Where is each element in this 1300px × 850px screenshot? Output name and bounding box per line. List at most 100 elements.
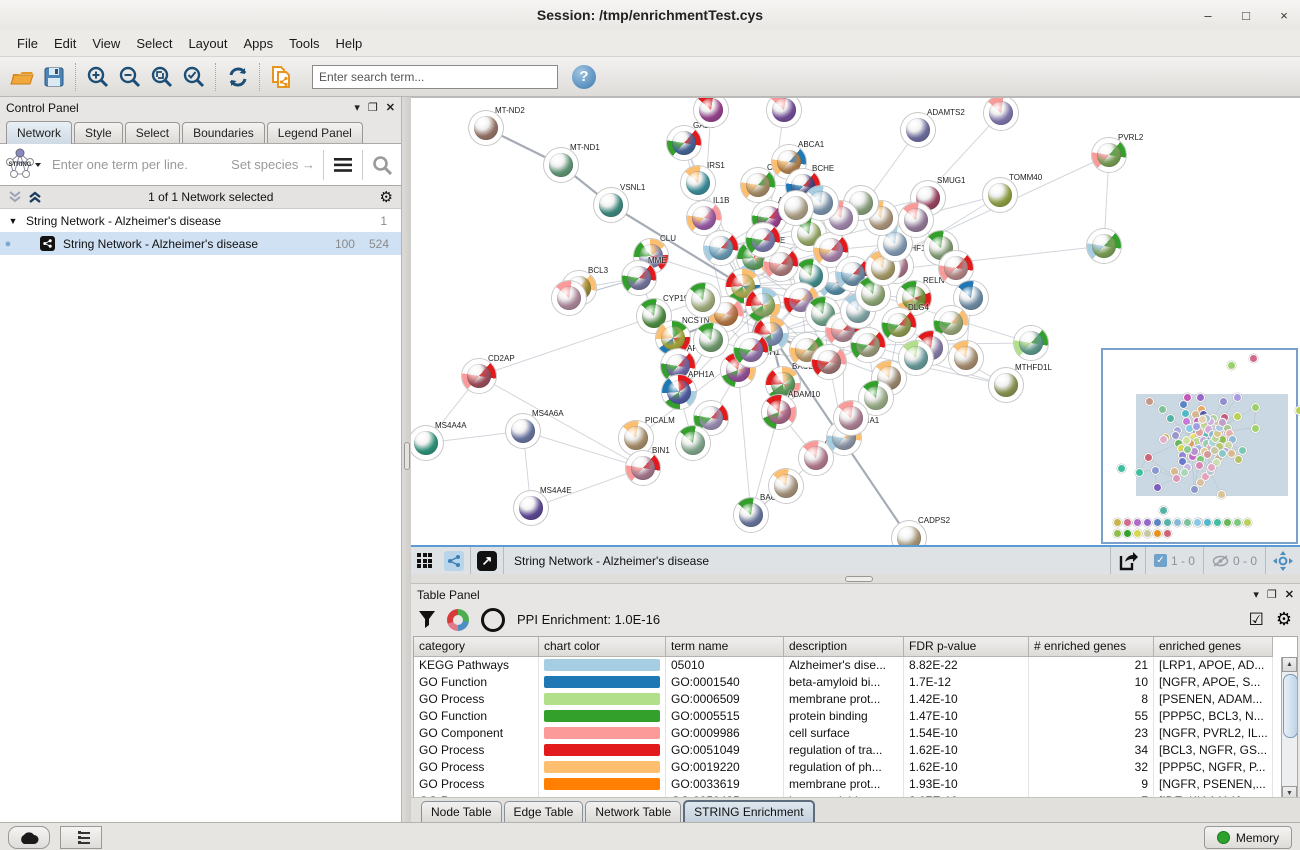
table-row[interactable]: KEGG Pathways05010Alzheimer's dise...8.8… xyxy=(414,657,1297,674)
protein-node-vsnl1[interactable] xyxy=(594,188,628,222)
menu-layout[interactable]: Layout xyxy=(181,33,234,54)
expand-triangle-icon[interactable]: ▼ xyxy=(0,216,26,226)
string-style-button[interactable] xyxy=(438,547,470,575)
table-row[interactable]: GO ProcessGO:0051049regulation of tra...… xyxy=(414,742,1297,759)
table-row[interactable]: GO ProcessGO:0019220regulation of ph...1… xyxy=(414,759,1297,776)
protein-node-gab2[interactable] xyxy=(667,126,701,160)
table-row[interactable]: GO ComponentGO:0009986cell surface1.54E-… xyxy=(414,725,1297,742)
birds-eye-overview[interactable] xyxy=(1101,348,1298,544)
protein-node[interactable] xyxy=(746,223,780,257)
tab-select[interactable]: Select xyxy=(125,122,180,143)
protein-node-irs1[interactable] xyxy=(681,166,715,200)
menu-edit[interactable]: Edit xyxy=(47,33,83,54)
protein-node[interactable] xyxy=(686,283,720,317)
task-history-button[interactable] xyxy=(60,826,102,849)
ring-chart-icon[interactable] xyxy=(481,608,505,632)
chart-settings-icon[interactable] xyxy=(447,609,469,631)
protein-node-dlg4[interactable] xyxy=(882,308,916,342)
protein-node[interactable] xyxy=(694,323,728,357)
column-header-enriched-genes[interactable]: enriched genes xyxy=(1154,637,1273,657)
open-file-button[interactable] xyxy=(6,61,38,93)
protein-node[interactable] xyxy=(834,401,868,435)
protein-node[interactable] xyxy=(984,97,1018,130)
tab-network-table[interactable]: Network Table xyxy=(585,801,681,822)
network-canvas[interactable]: MT-ND2MT-ND1VSNL1GAB2ADAMTS2PVRL2TOMM40S… xyxy=(411,97,1300,546)
tab-boundaries[interactable]: Boundaries xyxy=(182,122,265,143)
panel-close-icon[interactable]: ✕ xyxy=(1285,588,1294,601)
menu-view[interactable]: View xyxy=(85,33,127,54)
menu-help[interactable]: Help xyxy=(329,33,370,54)
protein-node[interactable] xyxy=(949,341,983,375)
protein-node-bace2[interactable] xyxy=(734,498,768,532)
table-row[interactable]: GO FunctionGO:0005515protein binding1.47… xyxy=(414,708,1297,725)
gear-icon[interactable]: ⚙ xyxy=(1276,609,1292,630)
protein-node-mthfd1l[interactable] xyxy=(989,368,1023,402)
protein-node-ms4a6a[interactable] xyxy=(506,414,540,448)
horizontal-splitter[interactable] xyxy=(411,574,1300,583)
tab-legend-panel[interactable]: Legend Panel xyxy=(267,122,363,143)
show-grid-button[interactable] xyxy=(411,547,438,575)
protein-node-apbb1[interactable] xyxy=(799,441,833,475)
tab-edge-table[interactable]: Edge Table xyxy=(504,801,584,822)
enrichment-table[interactable]: categorychart colorterm namedescriptionF… xyxy=(413,636,1298,802)
protein-node[interactable] xyxy=(704,231,738,265)
protein-node[interactable] xyxy=(939,251,973,285)
column-header-category[interactable]: category xyxy=(414,637,539,657)
panel-menu-icon[interactable]: ▾ xyxy=(1253,588,1259,601)
protein-node-cd2ap[interactable] xyxy=(462,359,496,393)
column-header-description[interactable]: description xyxy=(784,637,904,657)
protein-node-picalm[interactable] xyxy=(619,421,653,455)
gear-icon[interactable]: ⚙ xyxy=(380,188,393,206)
table-row[interactable]: GO ProcessGO:0006509membrane prot...1.42… xyxy=(414,691,1297,708)
protein-node[interactable] xyxy=(812,345,846,379)
search-input[interactable] xyxy=(312,65,558,89)
protein-node[interactable] xyxy=(899,203,933,237)
table-row[interactable]: GO FunctionGO:0001540beta-amyloid bi...1… xyxy=(414,674,1297,691)
panel-float-icon[interactable]: ❐ xyxy=(1267,588,1277,601)
tab-node-table[interactable]: Node Table xyxy=(421,801,502,822)
clone-network-button[interactable] xyxy=(266,61,298,93)
zoom-fit-button[interactable] xyxy=(146,61,178,93)
filter-icon[interactable] xyxy=(419,611,435,628)
expand-all-icon[interactable] xyxy=(28,191,42,203)
protein-node[interactable] xyxy=(676,426,710,460)
menu-file[interactable]: File xyxy=(10,33,45,54)
protein-node[interactable] xyxy=(552,281,586,315)
table-row[interactable]: GO ProcessGO:0033619membrane prot...1.93… xyxy=(414,776,1297,793)
protein-node-bin1[interactable] xyxy=(626,451,660,485)
column-header-term-name[interactable]: term name xyxy=(666,637,784,657)
menu-tools[interactable]: Tools xyxy=(282,33,326,54)
protein-node[interactable] xyxy=(899,341,933,375)
collapse-all-icon[interactable] xyxy=(8,191,22,203)
panel-menu-icon[interactable]: ▾ xyxy=(354,101,360,114)
maximize-button[interactable]: □ xyxy=(1238,8,1254,23)
tab-network[interactable]: Network xyxy=(6,121,72,144)
protein-node-mt-nd2[interactable] xyxy=(469,111,503,145)
network-row[interactable]: ● String Network - Alzheimer's disease 1… xyxy=(0,232,401,255)
protein-node-adamts2[interactable] xyxy=(901,113,935,147)
protein-node[interactable] xyxy=(1014,326,1048,360)
table-vertical-scrollbar[interactable]: ▲ ▼ xyxy=(1281,657,1297,801)
protein-node[interactable] xyxy=(779,191,813,225)
menu-select[interactable]: Select xyxy=(129,33,179,54)
menu-apps[interactable]: Apps xyxy=(237,33,281,54)
close-button[interactable]: × xyxy=(1276,8,1292,23)
select-rows-icon[interactable]: ☑ xyxy=(1249,610,1264,630)
protein-node-mme[interactable] xyxy=(622,261,656,295)
protein-node-pvrl2[interactable] xyxy=(1092,138,1126,172)
protein-node-mt-nd1[interactable] xyxy=(544,148,578,182)
refresh-button[interactable] xyxy=(222,61,254,93)
zoom-out-button[interactable] xyxy=(114,61,146,93)
zoom-in-button[interactable] xyxy=(82,61,114,93)
save-session-button[interactable] xyxy=(38,61,70,93)
vertical-splitter[interactable] xyxy=(402,97,411,822)
protein-node-chat[interactable] xyxy=(741,168,775,202)
panel-float-icon[interactable]: ❐ xyxy=(368,101,378,114)
export-network-button[interactable] xyxy=(1111,547,1145,575)
species-hint[interactable]: Set species → xyxy=(231,157,315,172)
protein-node[interactable] xyxy=(851,328,885,362)
protein-node-adam10[interactable] xyxy=(762,395,796,429)
string-options-button[interactable] xyxy=(324,145,362,185)
column-header-chart-color[interactable]: chart color xyxy=(539,637,666,657)
protein-node[interactable] xyxy=(1087,229,1121,263)
